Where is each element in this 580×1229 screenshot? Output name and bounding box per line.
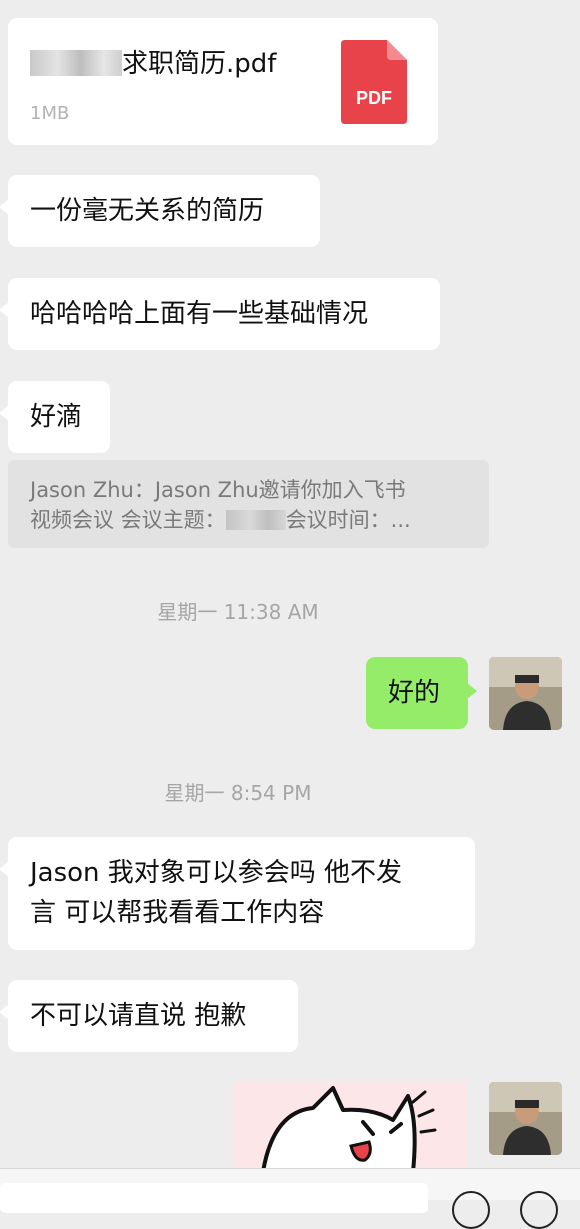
quoted-message[interactable]: Jason Zhu：Jason Zhu邀请你加入飞书 视频会议 会议主题： 会议时… — [8, 460, 489, 548]
message-text: 好的 — [388, 678, 441, 708]
message-input[interactable] — [0, 1183, 428, 1213]
pdf-file-icon: PDF — [341, 40, 407, 124]
redacted-text — [30, 50, 122, 76]
message-text: 言 可以帮我看看工作内容 — [30, 898, 325, 928]
message-bubble-received[interactable]: 不可以请直说 抱歉 — [0, 980, 298, 1052]
message-text: 一份毫无关系的简历 — [30, 196, 265, 226]
quote-line: Jason Zhu：Jason Zhu邀请你加入飞书 — [30, 478, 406, 502]
message-text: 不可以请直说 抱歉 — [30, 1001, 247, 1031]
input-bar — [0, 1168, 580, 1229]
message-bubble-sent[interactable]: 好的 — [366, 657, 477, 729]
file-message[interactable]: 求职简历.pdf 1MB PDF — [8, 18, 438, 145]
quote-line: 视频会议 会议主题： 会议时间：... — [30, 508, 411, 532]
avatar[interactable] — [489, 1082, 562, 1155]
file-size: 1MB — [30, 103, 70, 124]
message-bubble-received[interactable]: Jason 我对象可以参会吗 他不发 言 可以帮我看看工作内容 — [0, 837, 475, 950]
sticker-image[interactable] — [233, 1082, 468, 1172]
message-text: 哈哈哈哈上面有一些基础情况 — [30, 299, 369, 329]
message-bubble-received[interactable]: 好滴 — [0, 381, 110, 453]
redacted-text — [225, 510, 286, 530]
timestamp: 星期一 11:38 AM — [157, 600, 319, 624]
message-text: Jason 我对象可以参会吗 他不发 — [30, 858, 403, 888]
file-name: 求职简历.pdf — [30, 48, 276, 80]
timestamp: 星期一 8:54 PM — [164, 781, 312, 805]
message-bubble-received[interactable]: 哈哈哈哈上面有一些基础情况 — [0, 278, 440, 350]
pdf-badge-label: PDF — [356, 88, 392, 108]
emoji-icon[interactable] — [452, 1191, 490, 1229]
avatar[interactable] — [489, 657, 562, 730]
message-text: 好滴 — [30, 402, 83, 432]
message-bubble-received[interactable]: 一份毫无关系的简历 — [0, 175, 320, 247]
add-icon[interactable] — [520, 1191, 558, 1229]
